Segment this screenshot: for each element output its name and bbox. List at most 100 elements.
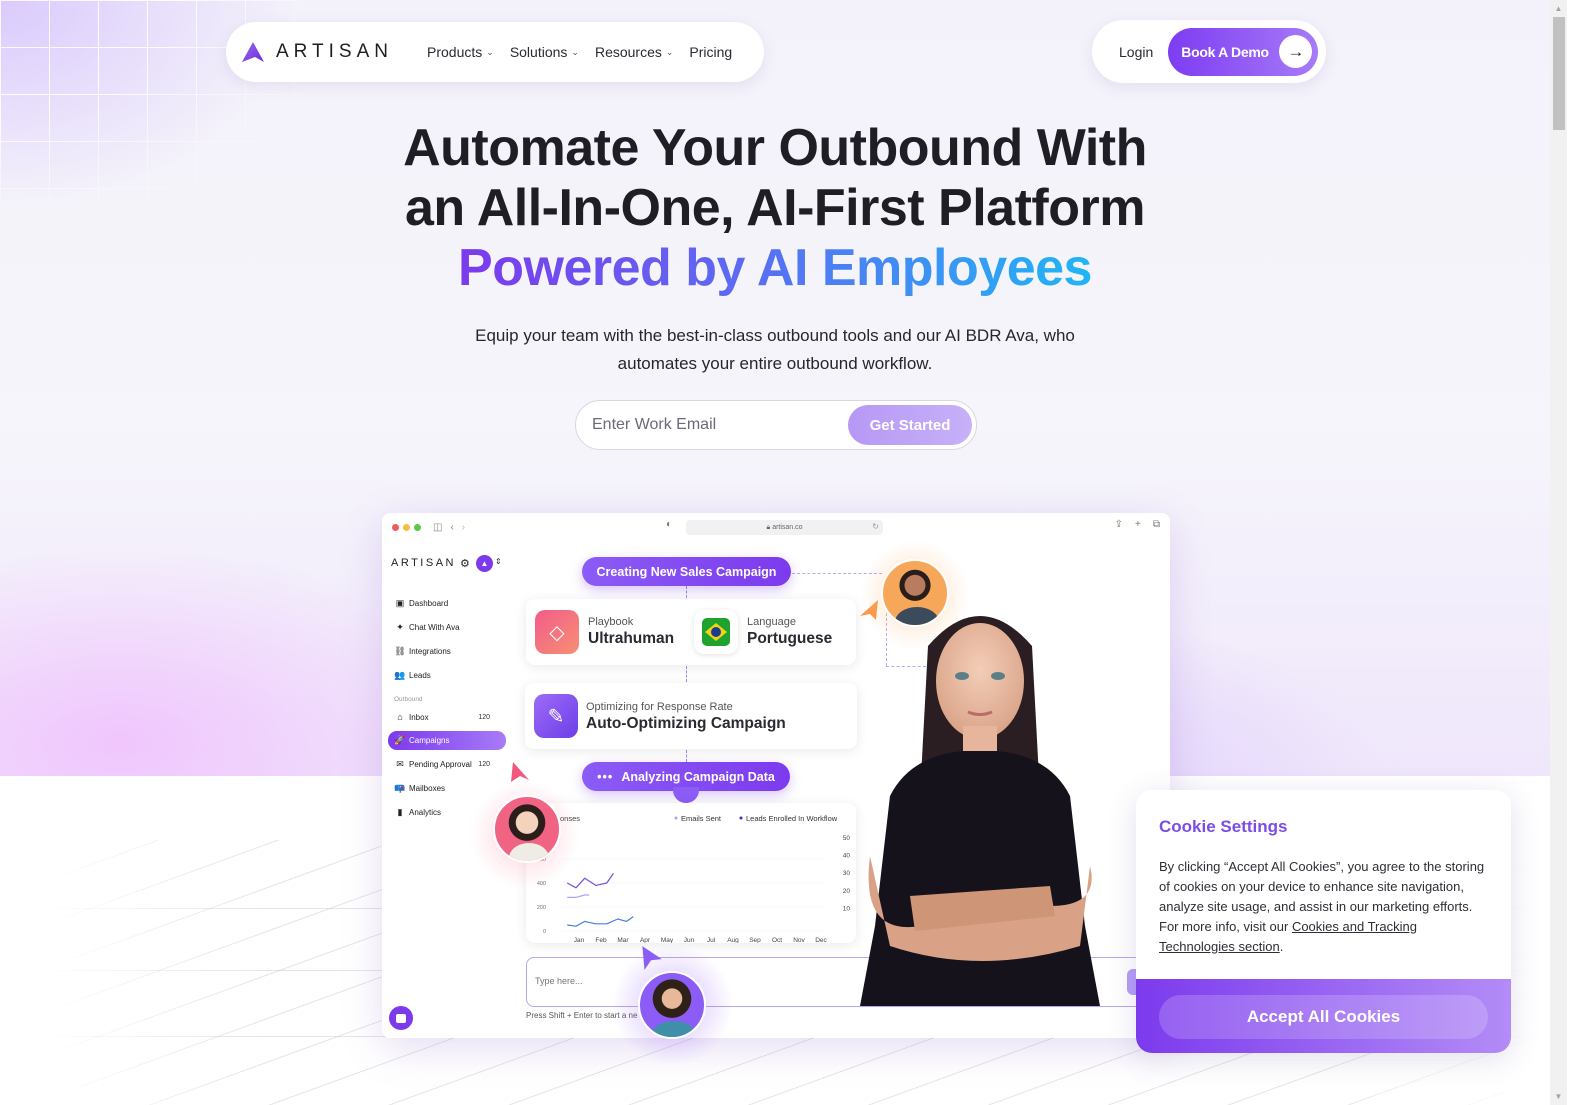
brand-name: ARTISAN (276, 41, 394, 62)
playbook-label: Playbook (588, 616, 634, 628)
get-started-button[interactable]: Get Started (848, 405, 972, 445)
x-tick-label: Oct (772, 937, 782, 943)
x-tick-label: Jun (684, 937, 695, 943)
analyzing-data-label: Analyzing Campaign Data (621, 769, 775, 784)
sidebar-item-campaigns: 🚀 Campaigns (388, 731, 506, 750)
scrollbar-thumb[interactable] (1553, 17, 1565, 130)
chevron-down-icon: ⌄ (486, 46, 494, 57)
sidebar-item-leads: 👥 Leads (388, 663, 506, 687)
x-tick-label: Feb (595, 937, 607, 943)
count-badge: 120 (478, 760, 490, 768)
x-tick-label: Aug (727, 937, 739, 943)
back-icon: ‹ (450, 521, 454, 533)
accept-all-cookies-button[interactable]: Accept All Cookies (1159, 995, 1488, 1039)
magic-wand-icon: ✎ (534, 694, 578, 738)
nav-products-label: Products (427, 44, 483, 60)
book-demo-label: Book A Demo (1181, 43, 1269, 60)
sidebar-toggle-icon: ◫ (433, 521, 443, 533)
lightning-icon (673, 787, 699, 803)
nav-resources[interactable]: Resources ⌄ (595, 44, 673, 60)
creating-campaign-pill: Creating New Sales Campaign (582, 557, 791, 586)
gear-icon: ⚙ (460, 558, 470, 570)
series-line-leads-enrolled-in-workflow (566, 873, 614, 889)
sidebar-item-label: Pending Approval (409, 759, 472, 769)
scroll-up-arrow-icon[interactable]: ▲ (1550, 0, 1567, 17)
nav-pricing-label: Pricing (689, 44, 733, 60)
playbook-value: Ultrahuman (588, 630, 675, 647)
shield-icon: ◐ (666, 519, 673, 530)
avatar-shirt (509, 843, 549, 861)
window-close-dot (392, 523, 399, 531)
x-tick-label: Nov (793, 937, 805, 943)
book-demo-button[interactable]: Book A Demo → (1168, 27, 1319, 76)
campaign-settings-card: ◇ Playbook Ultrahuman Language Portugues… (526, 599, 856, 665)
app-logo: ARTISAN (391, 557, 456, 569)
sidebar-item-label: Leads (409, 670, 431, 680)
sidebar-item-label: Mailboxes (409, 783, 446, 793)
sales-rep-avatar-3 (638, 971, 706, 1039)
hero-subtitle: Equip your team with the best-in-class o… (0, 322, 1550, 378)
connector-line (686, 750, 687, 762)
work-email-input[interactable] (592, 416, 842, 434)
y-tick-label: 0 (543, 929, 546, 935)
sidebar-item-dashboard: ▣ Dashboard (388, 591, 506, 615)
dashboard-icon: ▣ (395, 597, 405, 608)
ellipsis-icon: ••• (597, 769, 614, 784)
legend-marker (674, 816, 678, 820)
x-tick-label: Sep (749, 937, 761, 943)
bar-chart-icon: ▮ (397, 806, 403, 817)
new-tab-icon: + (1135, 519, 1141, 530)
x-tick-label: Mar (617, 937, 629, 943)
series-line-emails-sent (567, 894, 590, 899)
y-tick-label: 200 (537, 905, 546, 911)
browser-chrome: ◫ ‹ › ◐ 🔒︎ artisan.co ↻ ⇪ + ⧉ (382, 513, 1170, 541)
scroll-down-arrow-icon[interactable]: ▼ (1550, 1088, 1567, 1105)
series-line-responses (567, 916, 634, 927)
nav-actions: Login Book A Demo → (1092, 20, 1326, 83)
cookie-body-end: . (1279, 939, 1284, 954)
login-link[interactable]: Login (1119, 44, 1153, 60)
email-signup-form: Get Started (575, 400, 977, 450)
cookie-body: By clicking “Accept All Cookies”, you ag… (1159, 857, 1494, 957)
sidebar-item-label: Integrations (409, 646, 451, 656)
app-sidebar: ▣ Dashboard ✦ Chat With Ava ⛓ Integrations … (388, 591, 506, 824)
nav-products[interactable]: Products ⌄ (427, 44, 494, 60)
logo-link[interactable]: ARTISAN (242, 41, 393, 63)
hero-subtitle-line-2: automates your entire outbound workflow. (617, 354, 933, 373)
sidebar-item-label: Dashboard (409, 598, 449, 608)
cookie-consent-dialog: Cookie Settings By clicking “Accept All … (1136, 790, 1511, 1053)
window-edge (1567, 0, 1584, 1105)
diamond-icon: ◇ (535, 610, 579, 654)
window-maximize-dot (414, 523, 421, 531)
legend-label: Emails Sent (681, 814, 722, 823)
sidebar-item-label: Campaigns (409, 736, 450, 745)
share-icon: ⇪ (1114, 519, 1124, 530)
reload-icon: ↻ (872, 522, 879, 531)
main-nav: ARTISAN Products ⌄ Solutions ⌄ Resources ⌄ … (226, 22, 764, 82)
nav-solutions-label: Solutions (509, 44, 568, 60)
cookie-title: Cookie Settings (1159, 817, 1288, 836)
mail-icon: ✉ (396, 758, 404, 769)
page-scrollbar[interactable]: ▲ ▼ (1550, 0, 1567, 1105)
optimizing-value: Auto-Optimizing Campaign (586, 715, 786, 732)
sidebar-item-inbox: ⌂ Inbox 120 (388, 705, 506, 729)
forward-icon: › (461, 521, 466, 533)
nav-solutions[interactable]: Solutions ⌄ (510, 44, 579, 60)
sparkle-icon: ✦ (396, 621, 404, 632)
users-icon: 👥 (394, 669, 406, 680)
language-label: Language (747, 616, 796, 628)
avatar-shirt (652, 1021, 696, 1037)
chevron-updown-icon: ⇕ (495, 557, 502, 566)
cookie-footer: Accept All Cookies (1136, 979, 1511, 1053)
workspace-avatar: ▲ (476, 555, 493, 572)
x-tick-label: Jul (707, 937, 716, 943)
address-bar: 🔒︎ artisan.co ↻ (686, 520, 883, 535)
x-tick-label: Jan (574, 937, 585, 943)
hero-heading-line-1: Automate Your Outbound With (403, 119, 1147, 177)
x-tick-label: May (661, 937, 674, 943)
nav-pricing[interactable]: Pricing (689, 44, 732, 60)
sidebar-section-label: Outbound (394, 696, 423, 703)
brazil-flag-icon (694, 610, 738, 654)
sidebar-item-pending-approval: ✉ Pending Approval 120 (388, 752, 506, 776)
lock-icon: 🔒︎ (766, 523, 771, 531)
